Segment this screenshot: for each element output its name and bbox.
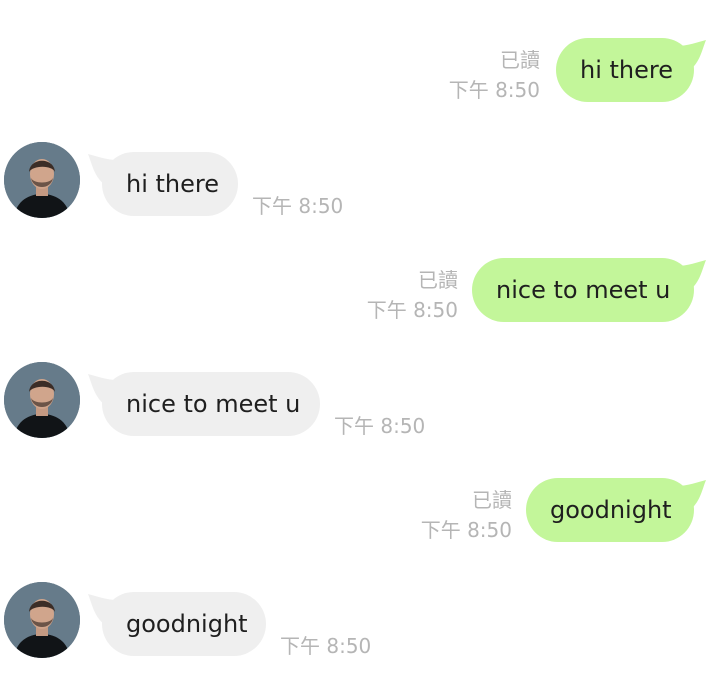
received-message-bubble[interactable]: goodnight	[102, 592, 266, 656]
message-row-sent: 已讀 下午 8:50 nice to meet u	[0, 258, 724, 322]
read-receipt: 已讀	[418, 268, 458, 292]
received-message-bubble[interactable]: nice to meet u	[102, 372, 320, 436]
read-receipt: 已讀	[500, 48, 540, 72]
sent-message-bubble[interactable]: nice to meet u	[472, 258, 694, 322]
message-row-received: goodnight 下午 8:50	[0, 582, 724, 658]
message-text: nice to meet u	[126, 390, 301, 418]
contact-avatar[interactable]	[4, 142, 80, 218]
bubble-tail-icon	[676, 40, 706, 70]
read-receipt: 已讀	[472, 488, 512, 512]
message-timestamp: 下午 8:50	[334, 414, 426, 438]
message-timestamp: 下午 8:50	[420, 518, 512, 542]
contact-avatar[interactable]	[4, 582, 80, 658]
message-timestamp: 下午 8:50	[366, 298, 458, 322]
message-text: goodnight	[126, 610, 248, 638]
received-message-bubble[interactable]: hi there	[102, 152, 238, 216]
message-text: goodnight	[550, 496, 672, 524]
bubble-tail-icon	[676, 260, 706, 290]
message-text: hi there	[126, 170, 219, 198]
message-row-received: nice to meet u 下午 8:50	[0, 362, 724, 438]
message-timestamp: 下午 8:50	[280, 634, 372, 658]
message-row-received: hi there 下午 8:50	[0, 142, 724, 218]
sent-message-bubble[interactable]: hi there	[556, 38, 694, 102]
message-row-sent: 已讀 下午 8:50 hi there	[0, 38, 724, 102]
sent-message-bubble[interactable]: goodnight	[526, 478, 694, 542]
message-timestamp: 下午 8:50	[448, 78, 540, 102]
message-timestamp: 下午 8:50	[252, 194, 344, 218]
bubble-tail-icon	[676, 480, 706, 510]
message-text: nice to meet u	[496, 276, 671, 304]
message-row-sent: 已讀 下午 8:50 goodnight	[0, 478, 724, 542]
message-text: hi there	[580, 56, 673, 84]
contact-avatar[interactable]	[4, 362, 80, 438]
